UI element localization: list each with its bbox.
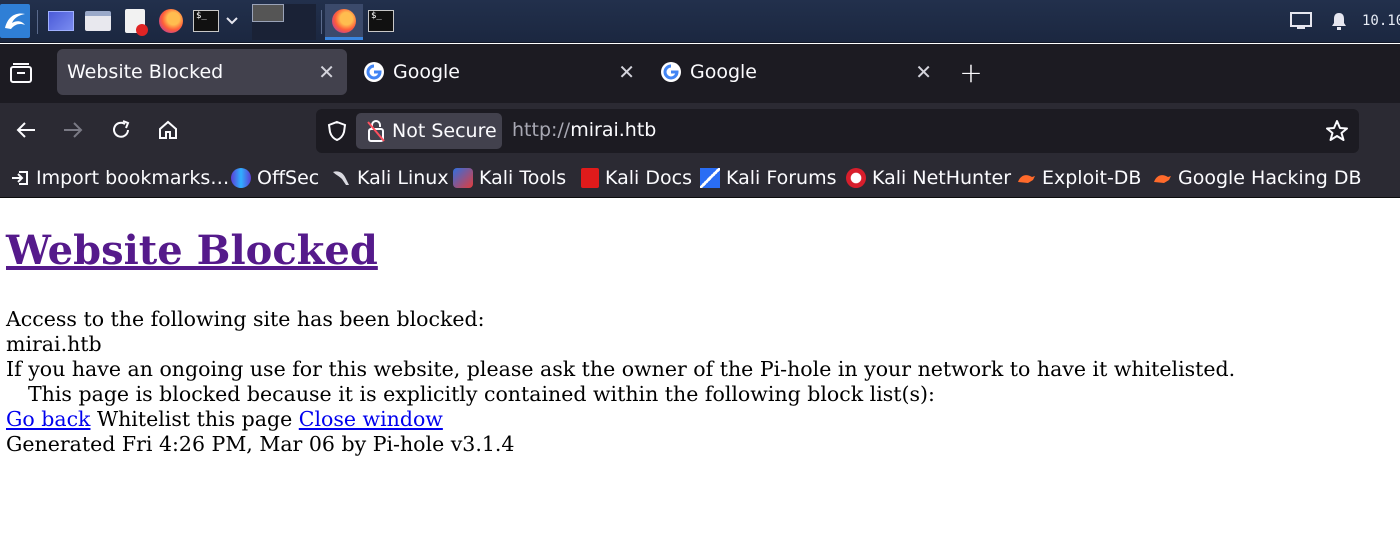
bookmark-kali-docs[interactable]: Kali Docs [581,165,692,191]
exploit-db-icon [1018,175,1035,183]
back-button[interactable] [13,117,39,143]
taskbar-clock: 10.10 [1362,13,1400,29]
bookmark-label: Kali Linux [357,167,449,189]
block-list-text: This page is blocked because it is expli… [28,382,935,406]
tab-google-1[interactable]: Google ✕ [357,49,647,95]
taskbar-separator [321,10,322,34]
home-button[interactable] [155,117,181,143]
page-content: Website Blocked Access to the following … [0,199,1400,543]
broken-lock-icon [367,120,385,142]
chevron-down-icon[interactable] [222,6,242,36]
close-tab-icon[interactable]: ✕ [318,60,335,84]
network-icon[interactable] [1289,6,1313,36]
bookmark-exploit-db[interactable]: Exploit-DB [1016,165,1141,191]
notification-bell-icon[interactable] [1327,6,1351,36]
shield-icon[interactable] [324,118,350,144]
bookmark-label: OffSec [257,167,320,189]
text-editor-icon[interactable] [120,6,150,36]
close-tab-icon[interactable]: ✕ [915,60,932,84]
kali-docs-icon [581,168,599,188]
tab-website-blocked[interactable]: Website Blocked ✕ [57,49,347,95]
bookmark-label: Exploit-DB [1042,167,1142,189]
offsec-icon [231,168,251,188]
kali-dragon-icon [333,171,349,185]
whitelist-page-text: Whitelist this page [97,407,293,431]
action-links: Go back Whitelist this page Close window [6,407,443,431]
bookmark-label: Google Hacking DB [1178,167,1362,189]
firefox-icon[interactable] [156,6,186,36]
page-heading-link[interactable]: Website Blocked [6,227,378,274]
firefox-view-icon[interactable] [8,60,34,86]
not-secure-indicator[interactable]: Not Secure [356,113,502,149]
url-scheme: http:// [512,119,571,141]
bookmark-kali-linux[interactable]: Kali Linux [331,165,449,191]
whitelist-request-text: If you have an ongoing use for this webs… [6,357,1236,381]
bookmark-import[interactable]: Import bookmarks… [10,165,229,191]
close-window-link[interactable]: Close window [299,407,443,431]
google-icon [364,62,384,82]
bookmark-offsec[interactable]: OffSec [231,165,319,191]
blocked-message: Access to the following site has been bl… [6,307,485,331]
taskbar-separator [37,10,38,34]
page-heading: Website Blocked [6,227,378,274]
tab-strip: Website Blocked ✕ Google ✕ Google ✕ + [0,44,1400,103]
forward-button[interactable] [60,117,86,143]
url-bar[interactable]: Not Secure http://mirai.htb [316,109,1359,153]
bookmark-label: Kali Docs [605,167,692,189]
bookmarks-toolbar: Import bookmarks… OffSec Kali Linux Kali… [0,158,1400,198]
tab-label: Google [690,61,758,83]
url-host: mirai.htb [570,119,657,141]
reload-button[interactable] [108,117,134,143]
bookmark-label: Import bookmarks… [36,167,230,189]
generated-footer: Generated Fri 4:26 PM, Mar 06 by Pi-hole… [6,432,515,456]
terminal-window-icon[interactable]: $_ [366,6,396,36]
google-icon [661,62,681,82]
close-tab-icon[interactable]: ✕ [618,60,635,84]
bookmark-google-hacking-db[interactable]: Google Hacking DB [1152,165,1362,191]
terminal-icon[interactable]: $_ [192,6,220,36]
tab-google-2[interactable]: Google ✕ [654,49,944,95]
ghdb-icon [1154,175,1171,183]
new-tab-button[interactable]: + [958,56,984,89]
tab-label: Google [393,61,461,83]
kali-menu-icon[interactable] [0,4,30,38]
taskbar: $_ $_ 10.10 [0,0,1400,43]
file-manager-icon[interactable] [83,6,113,36]
bookmark-kali-nethunter[interactable]: Kali NetHunter [846,165,1011,191]
not-secure-label: Not Secure [392,120,497,142]
kali-forums-icon [700,168,720,188]
bookmark-label: Kali NetHunter [872,167,1012,189]
star-icon[interactable] [1324,118,1350,144]
import-icon [12,171,28,185]
show-desktop-icon[interactable] [46,6,76,36]
tab-label: Website Blocked [67,61,224,83]
firefox-window-icon[interactable] [325,4,363,40]
workspace-switcher[interactable] [252,4,318,40]
blocked-domain: mirai.htb [6,332,102,356]
kali-tools-icon [453,168,473,188]
bookmark-label: Kali Forums [726,167,837,189]
bookmark-kali-tools[interactable]: Kali Tools [453,165,566,191]
url-text[interactable]: http://mirai.htb [512,119,656,141]
bookmark-label: Kali Tools [479,167,567,189]
bookmark-kali-forums[interactable]: Kali Forums [700,165,837,191]
navigation-toolbar: Not Secure http://mirai.htb [0,103,1400,158]
go-back-link[interactable]: Go back [6,407,90,431]
nethunter-icon [846,168,866,188]
